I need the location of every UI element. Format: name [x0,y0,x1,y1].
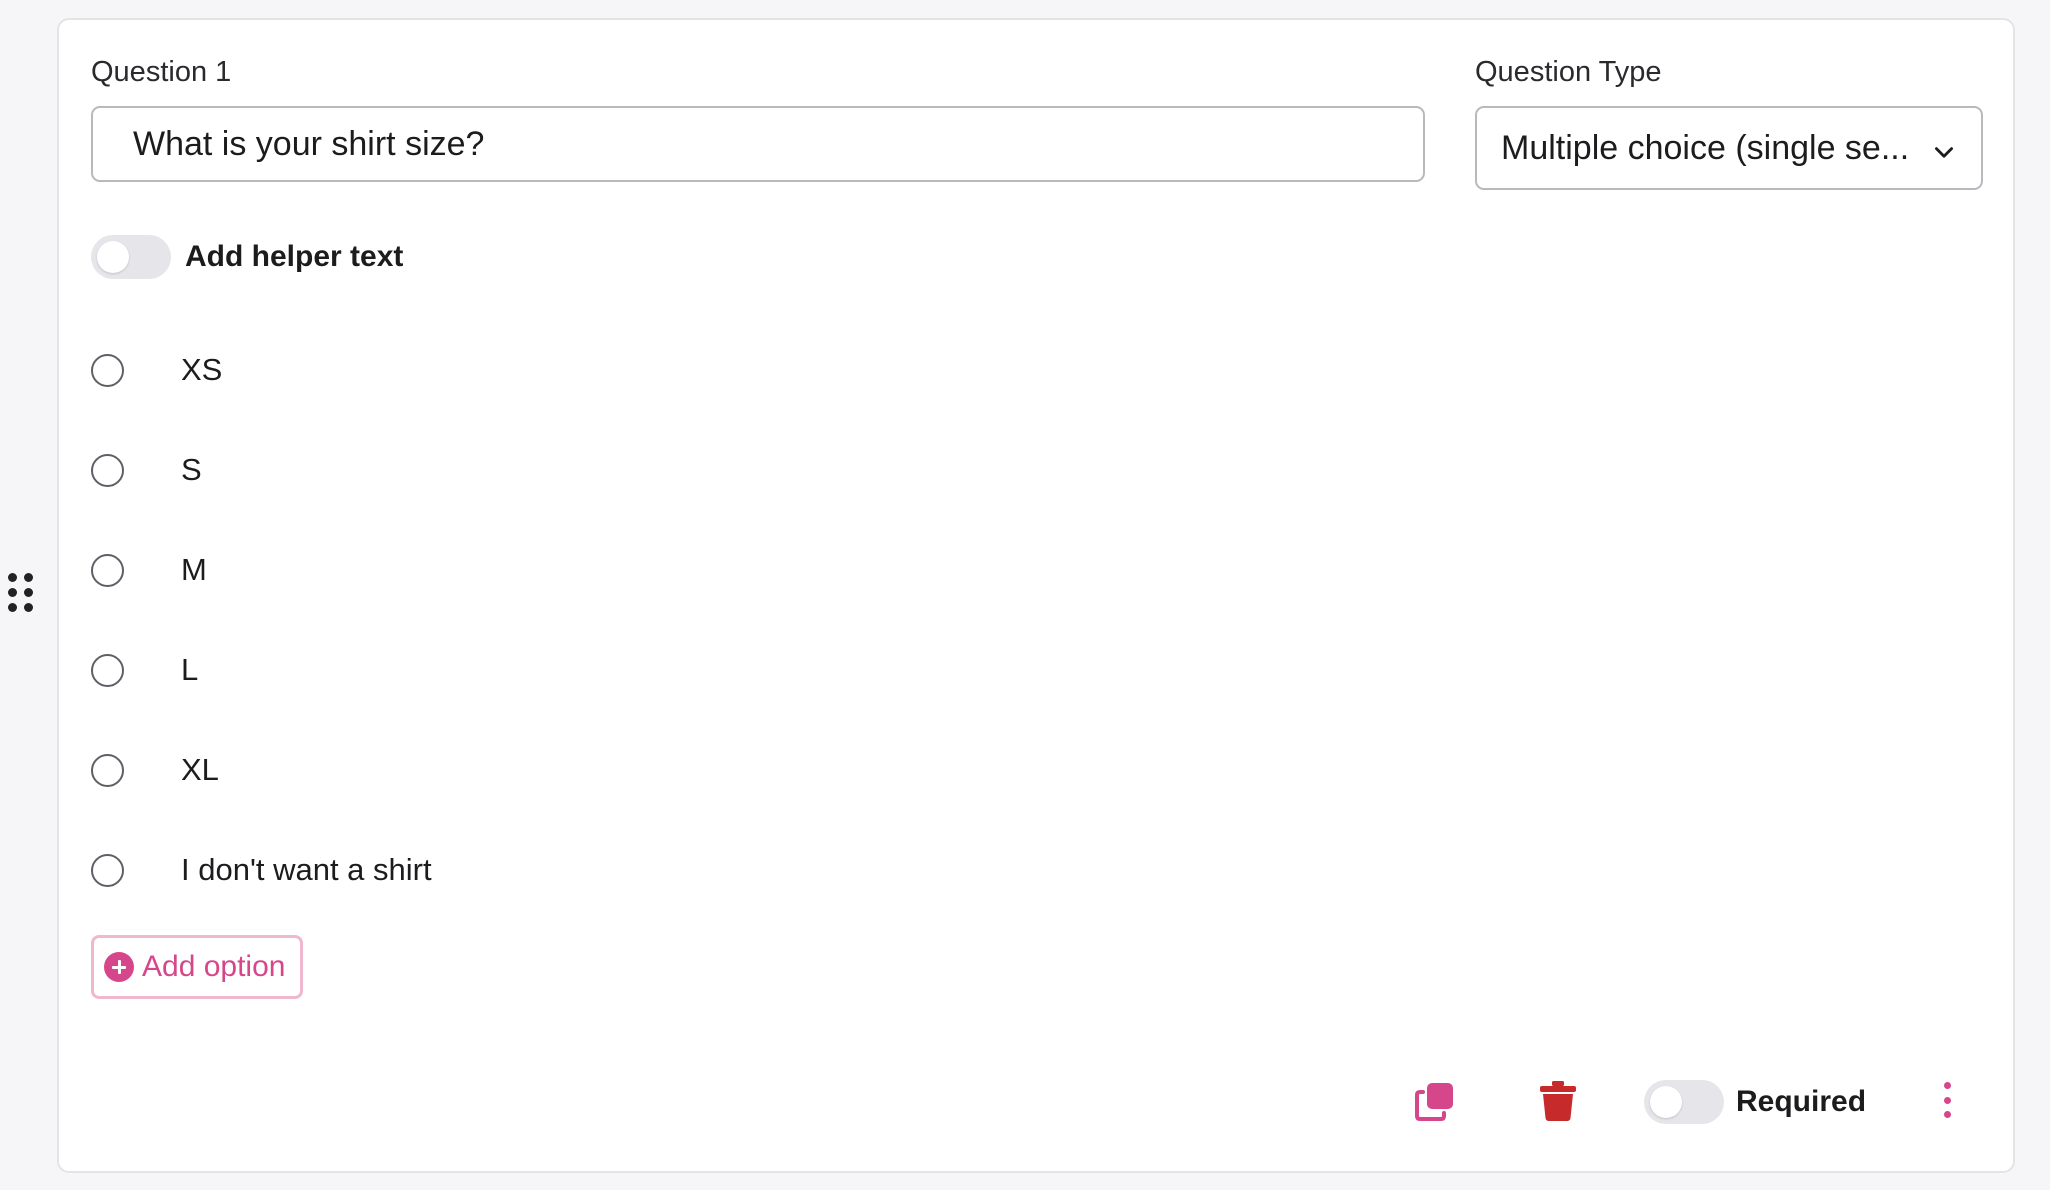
required-label: Required [1736,1085,1867,1118]
option-item: I don't want a shirt [91,850,891,890]
required-row: Required [1644,1080,1866,1124]
add-option-label: Add option [142,950,286,983]
option-label[interactable]: S [181,452,202,488]
question-type-value: Multiple choice (single se... [1501,128,1910,167]
drag-handle-icon[interactable] [8,573,33,613]
duplicate-icon[interactable] [1414,1080,1456,1122]
question-type-label: Question Type [1475,56,1662,88]
required-toggle[interactable] [1644,1080,1724,1124]
more-vertical-icon[interactable] [1937,1082,1957,1118]
toggle-knob [97,241,129,273]
option-item: L [91,650,891,690]
option-label[interactable]: I don't want a shirt [181,852,432,888]
option-radio[interactable] [91,653,124,687]
option-item: M [91,550,891,590]
option-item: XL [91,750,891,790]
option-radio[interactable] [91,853,124,887]
option-radio[interactable] [91,753,124,787]
helper-text-row: Add helper text [91,235,403,279]
trash-icon[interactable] [1539,1080,1577,1122]
option-label[interactable]: M [181,552,207,588]
option-label[interactable]: L [181,652,198,688]
helper-text-toggle[interactable] [91,235,171,279]
question-type-select[interactable]: Multiple choice (single se... [1475,106,1983,190]
plus-circle-icon [104,952,134,982]
option-label[interactable]: XL [181,752,219,788]
option-item: XS [91,350,891,390]
question-input[interactable] [91,106,1425,182]
question-card: Question 1 Question Type Multiple choice… [57,18,2015,1173]
add-option-button[interactable]: Add option [91,935,303,999]
option-label[interactable]: XS [181,352,222,388]
option-item: S [91,450,891,490]
toggle-knob [1650,1086,1682,1118]
option-radio[interactable] [91,553,124,587]
option-radio[interactable] [91,453,124,487]
helper-text-label: Add helper text [185,240,404,273]
question-label: Question 1 [91,56,232,88]
chevron-down-icon [1935,147,1953,158]
option-radio[interactable] [91,353,124,387]
